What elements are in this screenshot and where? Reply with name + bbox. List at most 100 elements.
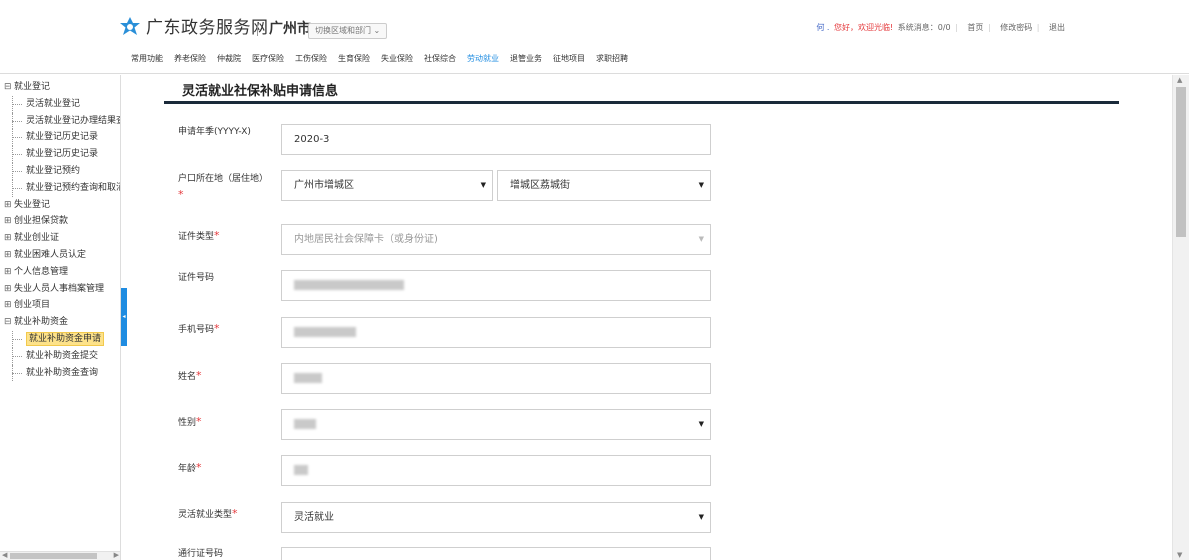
tree-leaf-label: 就业补助资金查询 [26, 367, 99, 378]
tree-leaf-label: 就业补助资金提交 [26, 350, 99, 361]
scroll-left-icon[interactable]: ◀ [2, 551, 7, 559]
tree-leaf-label: 就业登记历史记录 [26, 149, 99, 160]
form-panel: 灵活就业社保补贴申请信息 申请年季(YYYY-X) 2020-3 户口所在地（居… [128, 75, 1171, 560]
tree-leaf[interactable]: 灵活就业登记办理结果查询 [4, 112, 120, 130]
tree-leaf-label: 就业补助资金申请 [26, 331, 105, 346]
tree-node-label: 就业补助资金 [14, 317, 69, 328]
tree-leaf[interactable]: 就业补助资金申请 [4, 330, 120, 348]
user-name[interactable]: 何 . [816, 23, 829, 32]
tree-node-label: 个人信息管理 [14, 266, 69, 277]
scroll-up-icon[interactable]: ▲ [1177, 76, 1182, 84]
nav-item[interactable]: 征地项目 [553, 53, 585, 65]
apply-quarter-input[interactable]: 2020-3 [281, 124, 711, 155]
tree-node[interactable]: ⊞ 创业项目 [4, 297, 120, 314]
id-number-input[interactable] [281, 270, 711, 301]
pass-number-input[interactable] [281, 547, 711, 560]
nav-item[interactable]: 劳动就业 [467, 53, 499, 65]
collapse-icon[interactable]: ⊟ [4, 314, 14, 331]
site-title[interactable]: 广东政务服务网 [146, 16, 269, 40]
nav-item[interactable]: 退管业务 [510, 53, 542, 65]
home-link[interactable]: 首页 [967, 23, 983, 32]
tree-leaf-label: 灵活就业登记办理结果查询 [26, 115, 120, 126]
change-password-link[interactable]: 修改密码 [1000, 23, 1032, 32]
sidebar-horizontal-scrollbar[interactable]: ◀ ▶ [0, 551, 120, 560]
tree-node-label: 就业登记 [14, 82, 51, 92]
nav-item[interactable]: 失业保险 [381, 53, 413, 65]
gender-select[interactable]: ▼ [281, 409, 711, 440]
page: 广东政务服务网 广州市 切换区域和部门 ⌄ 何 . 您好，欢迎光临! 系统消息：… [0, 0, 1189, 560]
collapse-icon[interactable]: ⊟ [4, 79, 14, 96]
gd-logo-icon [120, 17, 140, 35]
redacted-value [294, 419, 316, 429]
id-type-select[interactable]: 内地居民社会保障卡（或身份证) ▼ [281, 224, 711, 255]
age-input[interactable] [281, 455, 711, 486]
nav-item[interactable]: 常用功能 [131, 53, 163, 65]
tree-node-label: 创业项目 [14, 300, 51, 311]
nav-item[interactable]: 工伤保险 [295, 53, 327, 65]
phone-input[interactable] [281, 317, 711, 348]
switch-region-button[interactable]: 切换区域和部门 ⌄ [308, 23, 388, 39]
tree-leaf-label: 就业登记历史记录 [26, 132, 99, 143]
tree-node-label: 创业担保贷款 [14, 216, 69, 227]
tree-node[interactable]: ⊞ 失业人员人事档案管理 [4, 281, 120, 298]
nav-item[interactable]: 社保综合 [424, 53, 456, 65]
system-messages[interactable]: 系统消息：0/0 [898, 23, 951, 32]
household-street-select[interactable]: 增城区荔城街 ▼ [497, 170, 711, 201]
nav-item[interactable]: 养老保险 [174, 53, 206, 65]
employment-type-label: 灵活就业类型* [178, 507, 238, 520]
nav-item[interactable]: 求职招聘 [596, 53, 628, 65]
tree-node[interactable]: ⊞ 个人信息管理 [4, 264, 120, 281]
title-divider [257, 22, 258, 36]
sidebar: ⊟就业登记灵活就业登记灵活就业登记办理结果查询就业登记历史记录就业登记历史记录就… [0, 75, 121, 560]
scrollbar-thumb[interactable] [10, 553, 97, 559]
nav-item[interactable]: 生育保险 [338, 53, 370, 65]
welcome-text: 您好，欢迎光临! [833, 23, 894, 32]
tree-leaf-label: 就业登记预约查询和取消 [26, 182, 121, 193]
tree-leaf[interactable]: 就业登记历史记录 [4, 129, 120, 146]
household-label: 户口所在地（居住地） * [178, 174, 269, 201]
phone-label: 手机号码* [178, 322, 220, 335]
chevron-down-icon: ▼ [698, 420, 704, 428]
nav-item[interactable]: 仲裁院 [217, 53, 241, 65]
bar-divider: | [987, 23, 991, 32]
expand-icon[interactable]: ⊞ [4, 297, 14, 314]
expand-icon[interactable]: ⊞ [4, 264, 14, 281]
current-city: 广州市 [269, 21, 311, 37]
tree-leaf[interactable]: 就业补助资金查询 [4, 364, 120, 382]
redacted-value [294, 280, 404, 290]
employment-type-select[interactable]: 灵活就业 ▼ [281, 502, 711, 533]
scroll-right-icon[interactable]: ▶ [114, 551, 119, 559]
bar-divider: | [1036, 23, 1040, 32]
tree-node[interactable]: ⊞ 失业登记 [4, 197, 120, 214]
tree-node[interactable]: ⊞ 就业困难人员认定 [4, 247, 120, 264]
nav-item[interactable]: 医疗保险 [252, 53, 284, 65]
tree-node[interactable]: ⊟ 就业登记 [4, 79, 120, 96]
tree-node-label: 就业困难人员认定 [14, 249, 87, 260]
scrollbar-thumb[interactable] [1176, 87, 1186, 237]
logout-link[interactable]: 退出 [1049, 23, 1065, 32]
expand-icon[interactable]: ⊞ [4, 230, 14, 247]
tree-node[interactable]: ⊞ 就业创业证 [4, 230, 120, 247]
tree-leaf[interactable]: 就业登记历史记录 [4, 146, 120, 163]
id-type-label: 证件类型* [178, 229, 220, 242]
sidebar-collapse-handle[interactable]: ◂ [121, 288, 127, 346]
tree-leaf[interactable]: 就业登记预约 [4, 162, 120, 180]
expand-icon[interactable]: ⊞ [4, 197, 14, 214]
tree-leaf[interactable]: 就业登记预约查询和取消 [4, 179, 121, 197]
chevron-down-icon: ▼ [480, 181, 486, 189]
tree-node[interactable]: ⊟ 就业补助资金 [4, 314, 120, 331]
pass-number-label: 通行证号码 [178, 549, 224, 559]
page-vertical-scrollbar[interactable]: ▲ ▼ [1172, 75, 1189, 560]
expand-icon[interactable]: ⊞ [4, 213, 14, 230]
tree-leaf[interactable]: 就业补助资金提交 [4, 347, 120, 365]
form-title: 灵活就业社保补贴申请信息 [182, 84, 339, 99]
tree-leaf[interactable]: 灵活就业登记 [4, 95, 120, 113]
apply-quarter-label: 申请年季(YYYY-X) [178, 127, 251, 137]
scroll-down-icon[interactable]: ▼ [1177, 551, 1182, 559]
expand-icon[interactable]: ⊞ [4, 247, 14, 264]
name-input[interactable] [281, 363, 711, 394]
expand-icon[interactable]: ⊞ [4, 281, 14, 298]
household-city-select[interactable]: 广州市增城区 ▼ [281, 170, 493, 201]
tree-node[interactable]: ⊞ 创业担保贷款 [4, 213, 120, 230]
id-number-label: 证件号码 [178, 273, 215, 283]
